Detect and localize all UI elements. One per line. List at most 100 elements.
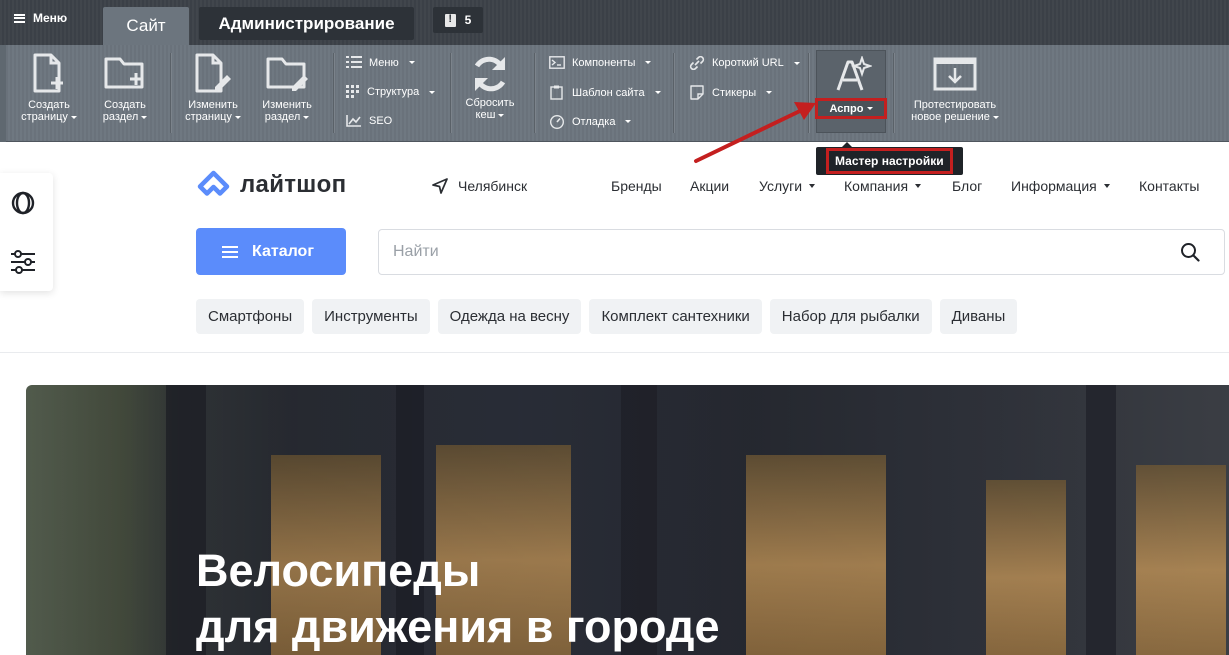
stickers-dropdown[interactable]: Стикеры: [689, 85, 773, 100]
edit-folder-icon: [266, 57, 308, 91]
chip-tools[interactable]: Инструменты: [312, 299, 430, 334]
refresh-icon: [474, 56, 506, 92]
site-template-label: Шаблон сайта: [572, 86, 645, 99]
clipboard-icon: [550, 85, 563, 100]
short-url-dropdown[interactable]: Короткий URL: [689, 56, 800, 70]
nav-promotions[interactable]: Акции: [690, 178, 729, 194]
chevron-down-icon: [915, 184, 922, 188]
tab-administration[interactable]: Администрирование: [199, 7, 414, 40]
debug-label: Отладка: [572, 115, 616, 128]
create-section-label-1: Создать: [104, 99, 146, 111]
seo-button[interactable]: SEO: [346, 114, 392, 127]
edit-page-label-1: Изменить: [188, 99, 238, 111]
notifications-button[interactable]: 5: [433, 7, 483, 33]
edit-page-icon: [195, 53, 231, 93]
page-root: Меню Сайт Администрирование 5 Создать ст…: [0, 0, 1229, 655]
site-template-dropdown[interactable]: Шаблон сайта: [549, 85, 661, 100]
nav-blog[interactable]: Блог: [952, 178, 982, 194]
tab-site[interactable]: Сайт: [103, 7, 189, 45]
edit-page-label-2: страницу: [185, 111, 232, 123]
create-section-label-2: раздел: [102, 111, 139, 123]
dropdown-caret-icon: [70, 115, 77, 119]
edit-section-button[interactable]: Изменить раздел: [258, 53, 316, 123]
structure-dropdown[interactable]: Структура: [346, 85, 436, 99]
toolbar-separator: [333, 53, 334, 133]
admin-toolbar: Создать страницу Создать раздел Изменить…: [0, 45, 1229, 142]
dropdown-caret-icon: [866, 107, 873, 110]
aspro-highlight-frame: Аспро: [815, 98, 887, 119]
dropdown-caret-icon: [234, 115, 241, 119]
aspro-button[interactable]: Аспро: [815, 50, 887, 133]
menu-label: Меню: [369, 56, 399, 69]
toolbar-separator: [534, 53, 535, 133]
nav-information[interactable]: Информация: [1011, 178, 1110, 194]
short-url-label: Короткий URL: [712, 57, 784, 69]
nav-company[interactable]: Компания: [844, 178, 922, 194]
dropdown-caret-icon: [793, 61, 800, 65]
dropdown-caret-icon: [766, 91, 773, 94]
toolbar-separator: [450, 53, 451, 133]
dropdown-caret-icon: [625, 120, 632, 123]
chevron-down-icon: [809, 184, 816, 188]
nav-brands-label: Бренды: [611, 178, 662, 194]
create-folder-icon: [104, 57, 144, 89]
link-icon: [689, 56, 705, 70]
dropdown-caret-icon: [498, 113, 505, 117]
notification-icon: [444, 13, 456, 27]
chevron-down-icon: [1103, 184, 1110, 188]
terminal-icon: [549, 56, 565, 69]
settings-sliders-icon[interactable]: [10, 249, 36, 275]
chip-smartphones[interactable]: Смартфоны: [196, 299, 305, 334]
nav-contacts[interactable]: Контакты: [1139, 178, 1199, 194]
structure-icon: [346, 85, 359, 98]
create-section-button[interactable]: Создать раздел: [96, 53, 154, 123]
nav-brands[interactable]: Бренды: [611, 178, 662, 194]
chip-fishing-set[interactable]: Набор для рыбалки: [769, 299, 932, 334]
theme-circle-icon[interactable]: [10, 190, 36, 216]
dropdown-caret-icon: [429, 90, 436, 94]
nav-services[interactable]: Услуги: [759, 178, 816, 194]
sticker-icon: [690, 85, 704, 100]
test-solution-label-2: новое решение: [911, 111, 990, 123]
edit-page-button[interactable]: Изменить страницу: [182, 53, 244, 123]
nav-services-label: Услуги: [759, 178, 803, 194]
download-window-icon: [933, 57, 977, 91]
chip-sofas[interactable]: Диваны: [939, 299, 1018, 334]
aspro-wizard-icon: [836, 56, 872, 91]
seo-chart-icon: [346, 115, 361, 127]
toolbar-separator: [808, 53, 809, 133]
edit-section-label-1: Изменить: [262, 99, 312, 111]
toolbar-separator: [673, 53, 674, 133]
site-logo[interactable]: лайтшоп: [196, 170, 346, 200]
create-page-icon: [33, 53, 63, 93]
dropdown-caret-icon: [408, 61, 415, 64]
catalog-label: Каталог: [252, 242, 314, 260]
search-input[interactable]: [393, 230, 1153, 274]
setup-wizard-label: Мастер настройки: [826, 148, 953, 174]
search-bar: [378, 229, 1225, 275]
debug-dropdown[interactable]: Отладка: [549, 114, 632, 129]
catalog-button[interactable]: Каталог: [196, 228, 346, 275]
location-arrow-icon: [432, 178, 448, 194]
admin-menu-button[interactable]: Меню: [14, 11, 67, 25]
create-page-label-1: Создать: [28, 99, 70, 111]
create-page-label-2: страницу: [21, 111, 68, 123]
clear-cache-label-1: Сбросить: [465, 97, 515, 109]
admin-menu-label: Меню: [33, 11, 68, 25]
popular-categories: Смартфоны Инструменты Одежда на весну Ко…: [196, 299, 1018, 334]
setup-wizard-tooltip: Мастер настройки: [816, 142, 963, 175]
test-solution-button[interactable]: Протестировать новое решение: [906, 53, 1004, 123]
components-dropdown[interactable]: Компоненты: [549, 56, 652, 69]
dropdown-caret-icon: [645, 61, 652, 64]
search-icon[interactable]: [1180, 242, 1200, 262]
components-label: Компоненты: [572, 56, 636, 69]
chip-plumbing-set[interactable]: Комплект сантехники: [589, 299, 762, 334]
hamburger-icon: [222, 245, 238, 258]
hero-banner[interactable]: Велосипеды для движения в городе: [26, 385, 1229, 655]
chip-spring-clothes[interactable]: Одежда на весну: [437, 299, 582, 334]
city-selector[interactable]: Челябинск: [432, 178, 527, 194]
nav-promotions-label: Акции: [690, 178, 730, 194]
menu-dropdown[interactable]: Меню: [346, 56, 415, 69]
clear-cache-button[interactable]: Сбросить кеш: [460, 53, 520, 121]
create-page-button[interactable]: Создать страницу: [19, 53, 79, 123]
